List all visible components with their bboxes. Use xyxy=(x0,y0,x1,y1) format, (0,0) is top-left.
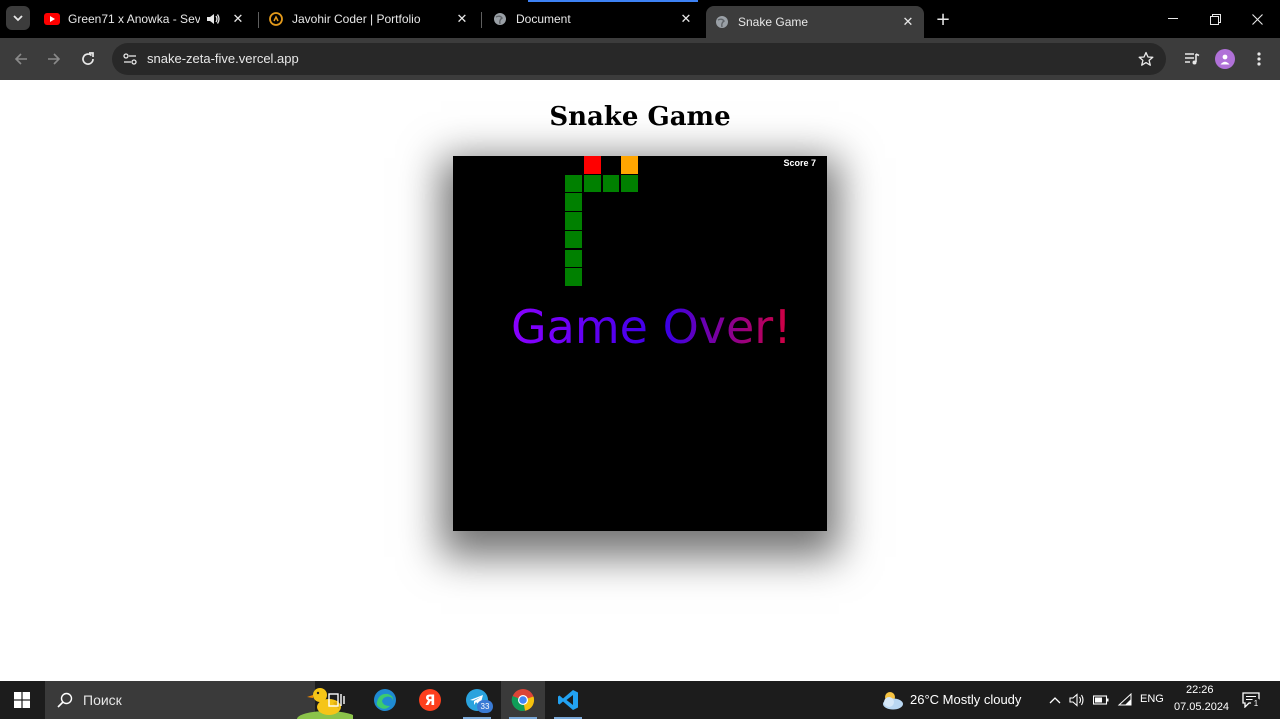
tab-search-button[interactable] xyxy=(6,6,30,30)
star-icon xyxy=(1138,51,1154,66)
minimize-button[interactable] xyxy=(1152,0,1194,38)
tab-title: Snake Game xyxy=(738,15,809,29)
tab-snake-game[interactable]: Snake Game ✕ xyxy=(706,6,924,38)
restore-button[interactable] xyxy=(1194,0,1236,38)
network-button[interactable] xyxy=(1116,691,1134,709)
site-info-button[interactable] xyxy=(118,47,142,71)
speaker-icon xyxy=(1069,693,1084,707)
snake-segment xyxy=(565,230,582,249)
score-label: Score 7 xyxy=(783,158,816,168)
address-bar[interactable]: snake-zeta-five.vercel.app xyxy=(112,43,1166,75)
tab-separator xyxy=(258,12,259,28)
more-vert-icon xyxy=(1257,52,1261,66)
browser-menu-button[interactable] xyxy=(1248,48,1270,70)
edge-app[interactable] xyxy=(363,681,407,719)
weather-text[interactable]: 26°C Mostly cloudy xyxy=(910,692,1021,707)
telegram-app[interactable]: 33 xyxy=(455,681,499,719)
page-content: Snake Game Score 7 Game Over! xyxy=(0,80,1280,681)
globe-icon xyxy=(492,11,508,27)
snake-segment xyxy=(621,174,638,193)
taskbar-search[interactable]: Поиск xyxy=(45,681,353,719)
snake-segment xyxy=(565,249,582,268)
tab-title: Javohir Coder | Portfolio xyxy=(292,12,421,26)
snake-segment xyxy=(602,174,620,193)
show-hidden-icons-button[interactable] xyxy=(1046,691,1064,709)
battery-button[interactable] xyxy=(1092,691,1110,709)
chevron-down-icon xyxy=(13,14,23,21)
search-icon xyxy=(57,692,73,708)
task-view-icon xyxy=(328,693,345,707)
restore-icon xyxy=(1209,13,1221,25)
windows-taskbar: Поиск Я 33 26°C Mostly cloudy ENG 22:26 … xyxy=(0,681,1280,719)
snake-segment xyxy=(565,193,582,212)
snake-head xyxy=(583,156,601,174)
forward-button[interactable] xyxy=(41,46,67,72)
tune-icon xyxy=(123,53,137,65)
yandex-icon: Я xyxy=(419,689,441,711)
snake-segment xyxy=(565,268,582,286)
new-tab-button[interactable]: + xyxy=(932,8,954,30)
speaker-icon[interactable] xyxy=(206,13,224,25)
page-title: Snake Game xyxy=(549,102,731,132)
arrow-right-icon xyxy=(48,53,61,65)
portfolio-icon xyxy=(268,11,284,27)
snake-segment xyxy=(565,174,582,193)
food-item xyxy=(621,156,638,174)
media-controls-button[interactable] xyxy=(1181,48,1203,70)
start-button[interactable] xyxy=(0,681,44,719)
notification-count: 1 xyxy=(1251,698,1261,708)
telegram-badge: 33 xyxy=(477,700,493,713)
tab-strip: Green71 x Anowka - Sevgi E ✕ Javohir Cod… xyxy=(0,0,1280,38)
chevron-up-icon xyxy=(1049,697,1061,704)
svg-text:Я: Я xyxy=(425,693,436,709)
close-icon xyxy=(1251,13,1263,25)
reload-icon xyxy=(82,52,94,65)
back-button[interactable] xyxy=(8,46,34,72)
windows-logo-icon xyxy=(14,692,30,708)
clock-date[interactable]: 07.05.2024 xyxy=(1174,701,1229,713)
snake-segment xyxy=(565,212,582,230)
edge-icon xyxy=(374,689,396,711)
language-indicator[interactable]: ENG xyxy=(1140,693,1164,705)
vscode-app[interactable] xyxy=(546,681,590,719)
notification-center-button[interactable]: 1 xyxy=(1240,690,1262,710)
tab-youtube[interactable]: Green71 x Anowka - Sevgi E ✕ xyxy=(36,0,254,38)
tab-portfolio[interactable]: Javohir Coder | Portfolio ✕ xyxy=(260,0,478,38)
tab-separator xyxy=(481,12,482,28)
chrome-app[interactable] xyxy=(501,681,545,719)
close-icon[interactable]: ✕ xyxy=(678,11,694,27)
clock-time[interactable]: 22:26 xyxy=(1186,684,1214,696)
yandex-browser-app[interactable]: Я xyxy=(408,681,452,719)
task-view-button[interactable] xyxy=(315,681,359,719)
search-placeholder: Поиск xyxy=(83,692,122,708)
battery-icon xyxy=(1093,695,1109,705)
tab-title: Document xyxy=(516,12,571,26)
wifi-icon xyxy=(1117,693,1132,706)
snake-segment xyxy=(583,174,601,193)
browser-toolbar: snake-zeta-five.vercel.app xyxy=(0,38,1280,80)
arrow-left-icon xyxy=(14,53,27,65)
profile-avatar[interactable] xyxy=(1215,49,1235,69)
close-icon[interactable]: ✕ xyxy=(900,14,916,30)
bookmark-star-button[interactable] xyxy=(1136,49,1156,69)
tab-title: Green71 x Anowka - Sevgi E xyxy=(68,12,200,26)
youtube-icon xyxy=(44,11,60,27)
close-icon[interactable]: ✕ xyxy=(230,11,246,27)
volume-button[interactable] xyxy=(1068,691,1086,709)
game-canvas[interactable]: Score 7 Game Over! xyxy=(453,156,827,531)
chrome-icon xyxy=(511,689,535,712)
vscode-icon xyxy=(558,690,578,710)
playlist-music-icon xyxy=(1185,53,1200,65)
close-window-button[interactable] xyxy=(1236,0,1278,38)
tab-document[interactable]: Document ✕ xyxy=(484,0,702,38)
reload-button[interactable] xyxy=(75,46,101,72)
close-icon[interactable]: ✕ xyxy=(454,11,470,27)
minimize-icon xyxy=(1168,18,1178,19)
game-over-text: Game Over! xyxy=(511,300,792,354)
weather-cloud-icon xyxy=(883,692,903,710)
url-text: snake-zeta-five.vercel.app xyxy=(147,51,299,66)
avatar-icon xyxy=(1220,54,1230,65)
globe-icon xyxy=(714,14,730,30)
